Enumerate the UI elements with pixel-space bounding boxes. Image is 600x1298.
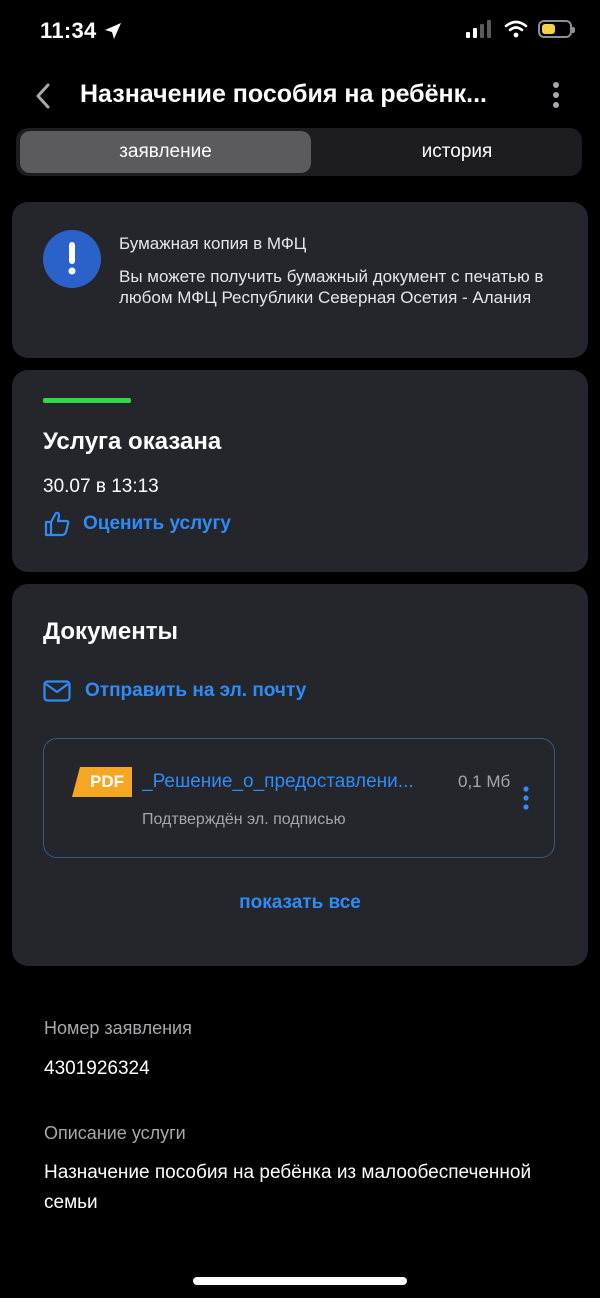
page-title: Назначение пособия на ребёнк... <box>80 80 487 108</box>
tab-application[interactable]: заявление <box>20 131 311 173</box>
pdf-badge-label: PDF <box>90 772 124 791</box>
more-options-button[interactable] <box>546 80 566 112</box>
status-progress-bar <box>43 398 131 403</box>
tab-history[interactable]: история <box>315 131 599 173</box>
more-vertical-icon <box>553 82 559 108</box>
file-size: 0,1 Мб <box>458 772 511 791</box>
documents-title: Документы <box>43 618 178 645</box>
rate-service-link[interactable]: Оценить услугу <box>43 510 231 538</box>
status-time: 11:34 <box>40 18 123 44</box>
documents-card: Документы Отправить на эл. почту PDF _Ре… <box>12 584 588 966</box>
status-title: Услуга оказана <box>43 428 222 455</box>
application-number-label: Номер заявления <box>44 1018 192 1038</box>
service-status-card: Услуга оказана 30.07 в 13:13 Оценить усл… <box>12 370 588 572</box>
send-email-label: Отправить на эл. почту <box>85 680 307 701</box>
location-arrow-icon <box>104 23 121 39</box>
cellular-signal-icon <box>466 20 491 38</box>
home-indicator[interactable] <box>193 1277 407 1285</box>
pdf-file-icon: PDF <box>72 767 132 797</box>
send-email-link[interactable]: Отправить на эл. почту <box>43 680 306 702</box>
service-description-value: Назначение пособия на ребёнка из малообе… <box>44 1162 532 1213</box>
info-text: Вы можете получить бумажный документ с п… <box>119 267 544 307</box>
info-card: Бумажная копия в МФЦ Вы можете получить … <box>12 202 588 358</box>
status-time-text: 11:34 <box>40 18 97 43</box>
battery-icon <box>538 20 575 38</box>
info-title: Бумажная копия в МФЦ <box>119 234 307 253</box>
chevron-left-icon <box>36 83 50 109</box>
thumbs-up-icon <box>44 511 70 537</box>
more-vertical-icon <box>523 786 529 810</box>
application-number-value: 4301926324 <box>44 1058 150 1079</box>
file-more-button[interactable] <box>522 785 530 811</box>
battery-level <box>542 24 555 34</box>
file-name-link[interactable]: _Решение_о_предоставлени... <box>142 771 442 793</box>
envelope-icon <box>43 680 71 702</box>
status-indicators <box>466 20 575 38</box>
service-description-label: Описание услуги <box>44 1123 186 1143</box>
wifi-icon <box>504 20 528 38</box>
tabs-segmented-control: заявление история <box>16 128 582 176</box>
rate-service-label: Оценить услугу <box>83 513 231 534</box>
show-all-button[interactable]: показать все <box>12 892 588 914</box>
document-file-item[interactable]: PDF _Решение_о_предоставлени... 0,1 Мб П… <box>43 738 555 858</box>
file-signature-status: Подтверждён эл. подписью <box>142 811 346 828</box>
exclamation-icon <box>43 230 101 288</box>
back-button[interactable] <box>28 78 60 114</box>
status-date: 30.07 в 13:13 <box>43 476 159 497</box>
